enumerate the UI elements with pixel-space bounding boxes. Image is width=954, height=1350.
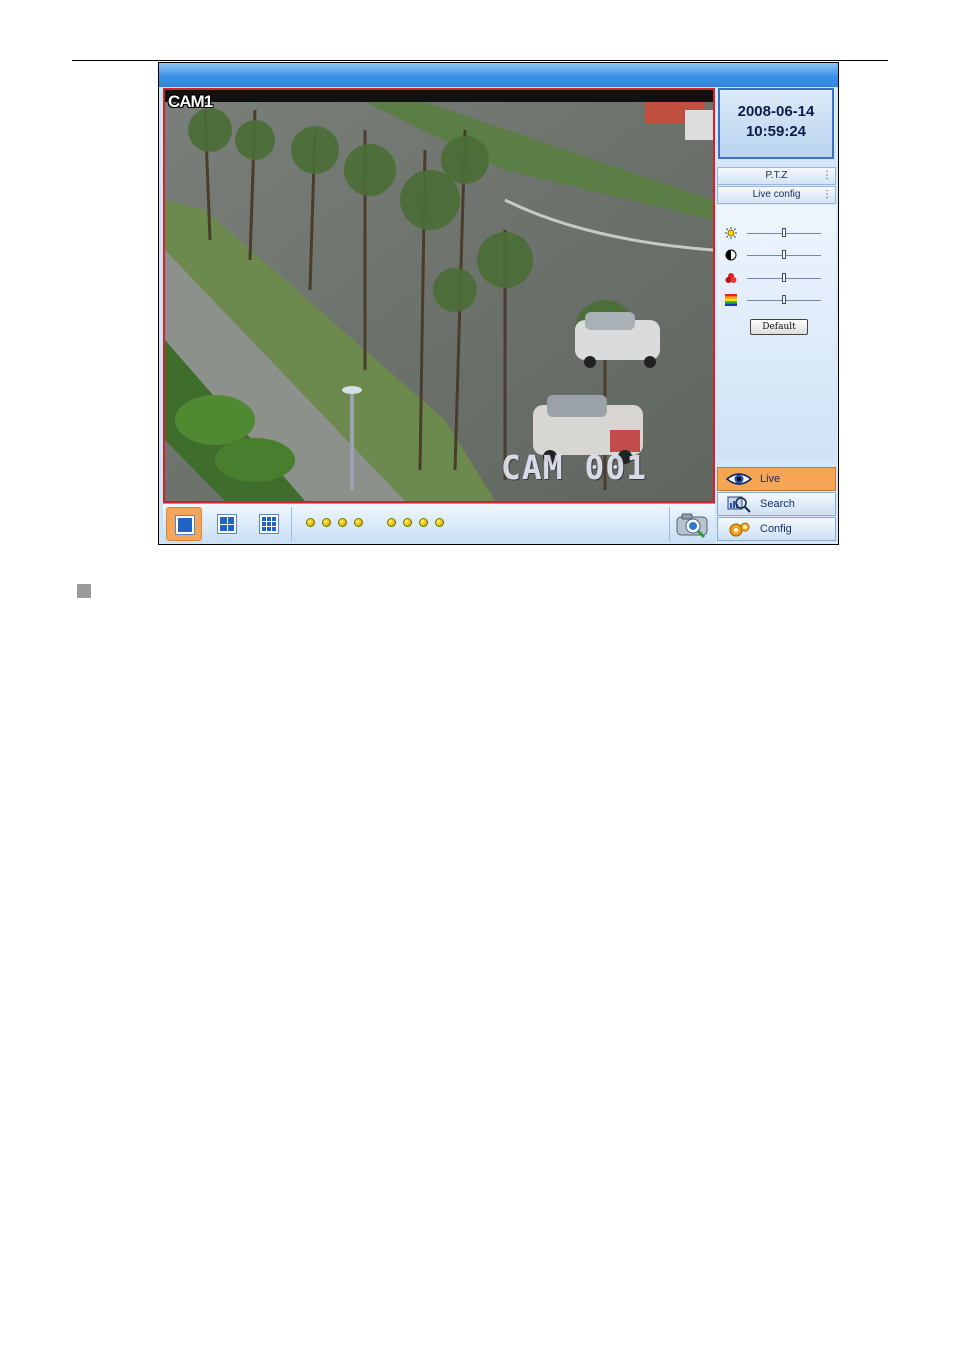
search-icon — [727, 496, 751, 513]
eye-icon — [726, 473, 752, 485]
nine-view-button[interactable] — [251, 507, 287, 541]
saturation-slider[interactable] — [723, 272, 829, 284]
video-view[interactable]: CAM1 CAM 001 — [163, 88, 715, 503]
contrast-icon — [725, 249, 737, 261]
brightness-slider[interactable] — [723, 227, 829, 239]
channel-7-button[interactable] — [419, 518, 428, 527]
quad-view-icon — [217, 514, 237, 534]
color-balls-icon — [725, 273, 737, 283]
live-button[interactable]: Live — [717, 467, 836, 491]
config-button[interactable]: Config — [717, 517, 836, 541]
channel-6-button[interactable] — [403, 518, 412, 527]
slider-thumb[interactable] — [782, 295, 786, 304]
slider-thumb[interactable] — [782, 250, 786, 259]
ptz-panel-header[interactable]: P.T.Z ⋮ — [717, 167, 836, 185]
date-label: 2008-06-14 — [737, 103, 815, 120]
hue-bars-icon — [725, 294, 737, 306]
live-config-more-icon: ⋮ — [822, 189, 832, 200]
slider-thumb[interactable] — [782, 228, 786, 237]
single-view-button[interactable] — [166, 507, 202, 541]
live-config-panel: Default — [717, 205, 836, 461]
side-panel: 2008-06-14 10:59:24 P.T.Z ⋮ Live config … — [716, 88, 838, 544]
camera-feed-image — [165, 90, 713, 501]
snapshot-button[interactable] — [669, 507, 714, 541]
channel-2-button[interactable] — [322, 518, 331, 527]
gear-icon — [729, 522, 750, 537]
toolbar-divider — [291, 507, 292, 541]
search-button[interactable]: Search — [717, 492, 836, 516]
search-label: Search — [760, 498, 795, 510]
channel-1-button[interactable] — [306, 518, 315, 527]
camera-name-overlay: CAM1 — [168, 92, 213, 111]
channel-3-button[interactable] — [338, 518, 347, 527]
live-config-label: Live config — [752, 189, 801, 200]
quad-view-button[interactable] — [209, 507, 245, 541]
ptz-label: P.T.Z — [765, 170, 788, 181]
slider-thumb[interactable] — [782, 273, 786, 282]
nine-view-icon — [259, 514, 279, 534]
sun-icon — [725, 227, 737, 239]
section-bullet — [77, 584, 91, 598]
datetime-display: 2008-06-14 10:59:24 — [718, 88, 834, 159]
channel-4-button[interactable] — [354, 518, 363, 527]
camera-icon — [676, 513, 708, 539]
single-view-icon — [175, 515, 195, 535]
view-toolbar — [163, 503, 715, 543]
config-label: Config — [760, 523, 792, 535]
page-header-rule — [72, 60, 888, 61]
channel-8-button[interactable] — [435, 518, 444, 527]
default-button[interactable]: Default — [750, 319, 808, 335]
dvr-client-window: CAM1 CAM 001 2008-06-14 10:59:24 P.T.Z ⋮… — [158, 62, 839, 545]
hue-slider[interactable] — [723, 294, 829, 306]
contrast-slider[interactable] — [723, 249, 829, 261]
live-label: Live — [760, 473, 781, 485]
channel-5-button[interactable] — [387, 518, 396, 527]
ptz-more-icon: ⋮ — [822, 170, 832, 181]
live-config-panel-header[interactable]: Live config ⋮ — [717, 186, 836, 204]
camera-id-overlay: CAM 001 — [501, 448, 648, 487]
title-bar[interactable] — [159, 63, 838, 87]
time-label: 10:59:24 — [745, 123, 807, 140]
